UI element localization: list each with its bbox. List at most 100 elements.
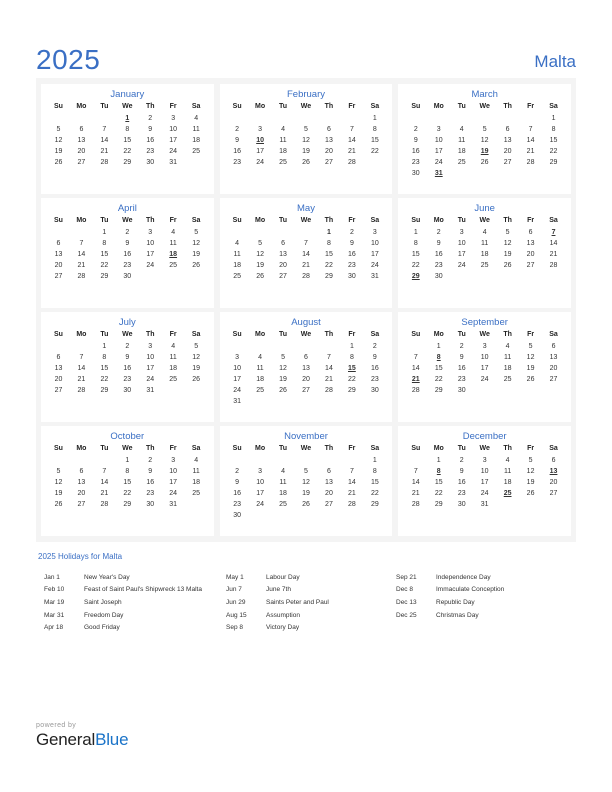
day-cell[interactable]: 10 <box>162 466 185 477</box>
day-cell[interactable]: 21 <box>340 488 363 499</box>
day-cell[interactable]: 19 <box>295 146 318 157</box>
day-cell[interactable]: 11 <box>496 352 519 363</box>
day-cell[interactable]: 1 <box>93 227 116 238</box>
day-cell[interactable]: 2 <box>450 341 473 352</box>
day-cell[interactable]: 20 <box>70 488 93 499</box>
day-cell[interactable]: 17 <box>139 249 162 260</box>
day-cell[interactable]: 23 <box>450 374 473 385</box>
day-cell[interactable]: 18 <box>272 488 295 499</box>
day-cell[interactable]: 25 <box>272 499 295 510</box>
day-cell[interactable]: 28 <box>93 499 116 510</box>
day-cell[interactable]: 26 <box>473 157 496 168</box>
day-cell[interactable]: 20 <box>317 488 340 499</box>
day-cell[interactable]: 29 <box>542 157 565 168</box>
day-cell[interactable]: 5 <box>295 124 318 135</box>
day-cell[interactable]: 19 <box>295 488 318 499</box>
day-cell[interactable]: 23 <box>116 374 139 385</box>
day-cell[interactable]: 11 <box>162 352 185 363</box>
day-cell[interactable]: 5 <box>496 227 519 238</box>
day-cell-holiday[interactable]: 21 <box>404 374 427 385</box>
day-cell[interactable]: 10 <box>473 352 496 363</box>
day-cell[interactable]: 18 <box>272 146 295 157</box>
day-cell[interactable]: 6 <box>47 238 70 249</box>
day-cell[interactable]: 17 <box>363 249 386 260</box>
day-cell[interactable]: 17 <box>427 146 450 157</box>
day-cell[interactable]: 2 <box>404 124 427 135</box>
day-cell[interactable]: 4 <box>185 113 208 124</box>
day-cell[interactable]: 14 <box>542 238 565 249</box>
day-cell[interactable]: 3 <box>473 341 496 352</box>
day-cell[interactable]: 8 <box>93 238 116 249</box>
day-cell[interactable]: 28 <box>70 271 93 282</box>
day-cell[interactable]: 24 <box>249 157 272 168</box>
day-cell[interactable]: 28 <box>404 385 427 396</box>
day-cell[interactable]: 19 <box>519 363 542 374</box>
day-cell[interactable]: 18 <box>473 249 496 260</box>
day-cell[interactable]: 23 <box>139 146 162 157</box>
day-cell[interactable]: 11 <box>226 249 249 260</box>
day-cell-holiday[interactable]: 1 <box>116 113 139 124</box>
day-cell[interactable]: 14 <box>340 135 363 146</box>
day-cell[interactable]: 25 <box>162 374 185 385</box>
day-cell[interactable]: 1 <box>404 227 427 238</box>
day-cell[interactable]: 22 <box>317 260 340 271</box>
day-cell[interactable]: 8 <box>363 124 386 135</box>
day-cell[interactable]: 15 <box>93 249 116 260</box>
day-cell[interactable]: 22 <box>93 374 116 385</box>
day-cell[interactable]: 6 <box>317 466 340 477</box>
day-cell[interactable]: 15 <box>363 135 386 146</box>
day-cell[interactable]: 5 <box>185 341 208 352</box>
day-cell[interactable]: 30 <box>427 271 450 282</box>
day-cell[interactable]: 23 <box>226 499 249 510</box>
day-cell[interactable]: 27 <box>542 374 565 385</box>
day-cell[interactable]: 3 <box>226 352 249 363</box>
day-cell[interactable]: 3 <box>162 113 185 124</box>
day-cell[interactable]: 25 <box>185 488 208 499</box>
day-cell[interactable]: 2 <box>226 124 249 135</box>
day-cell[interactable]: 24 <box>139 260 162 271</box>
day-cell[interactable]: 25 <box>226 271 249 282</box>
day-cell[interactable]: 20 <box>496 146 519 157</box>
day-cell[interactable]: 26 <box>272 385 295 396</box>
day-cell[interactable]: 17 <box>249 488 272 499</box>
day-cell[interactable]: 19 <box>496 249 519 260</box>
day-cell[interactable]: 29 <box>340 385 363 396</box>
day-cell[interactable]: 26 <box>47 157 70 168</box>
day-cell[interactable]: 15 <box>427 477 450 488</box>
day-cell-holiday[interactable]: 10 <box>249 135 272 146</box>
day-cell[interactable]: 5 <box>249 238 272 249</box>
day-cell[interactable]: 13 <box>295 363 318 374</box>
day-cell[interactable]: 29 <box>116 157 139 168</box>
day-cell[interactable]: 27 <box>295 385 318 396</box>
day-cell[interactable]: 7 <box>295 238 318 249</box>
day-cell[interactable]: 2 <box>450 455 473 466</box>
day-cell[interactable]: 20 <box>295 374 318 385</box>
day-cell[interactable]: 28 <box>93 157 116 168</box>
day-cell[interactable]: 23 <box>363 374 386 385</box>
day-cell[interactable]: 6 <box>70 466 93 477</box>
day-cell[interactable]: 27 <box>272 271 295 282</box>
day-cell[interactable]: 3 <box>249 124 272 135</box>
day-cell[interactable]: 22 <box>340 374 363 385</box>
day-cell[interactable]: 14 <box>404 477 427 488</box>
day-cell[interactable]: 16 <box>139 135 162 146</box>
day-cell[interactable]: 12 <box>272 363 295 374</box>
day-cell[interactable]: 19 <box>47 146 70 157</box>
day-cell-holiday[interactable]: 1 <box>317 227 340 238</box>
day-cell[interactable]: 16 <box>450 363 473 374</box>
day-cell[interactable]: 15 <box>116 135 139 146</box>
day-cell[interactable]: 24 <box>139 374 162 385</box>
day-cell[interactable]: 31 <box>162 157 185 168</box>
day-cell[interactable]: 31 <box>162 499 185 510</box>
day-cell[interactable]: 7 <box>70 352 93 363</box>
day-cell[interactable]: 6 <box>70 124 93 135</box>
day-cell[interactable]: 22 <box>542 146 565 157</box>
day-cell[interactable]: 25 <box>473 260 496 271</box>
day-cell[interactable]: 4 <box>226 238 249 249</box>
day-cell[interactable]: 23 <box>340 260 363 271</box>
day-cell[interactable]: 26 <box>519 488 542 499</box>
day-cell[interactable]: 4 <box>272 466 295 477</box>
day-cell[interactable]: 29 <box>116 499 139 510</box>
day-cell[interactable]: 21 <box>519 146 542 157</box>
day-cell[interactable]: 23 <box>450 488 473 499</box>
